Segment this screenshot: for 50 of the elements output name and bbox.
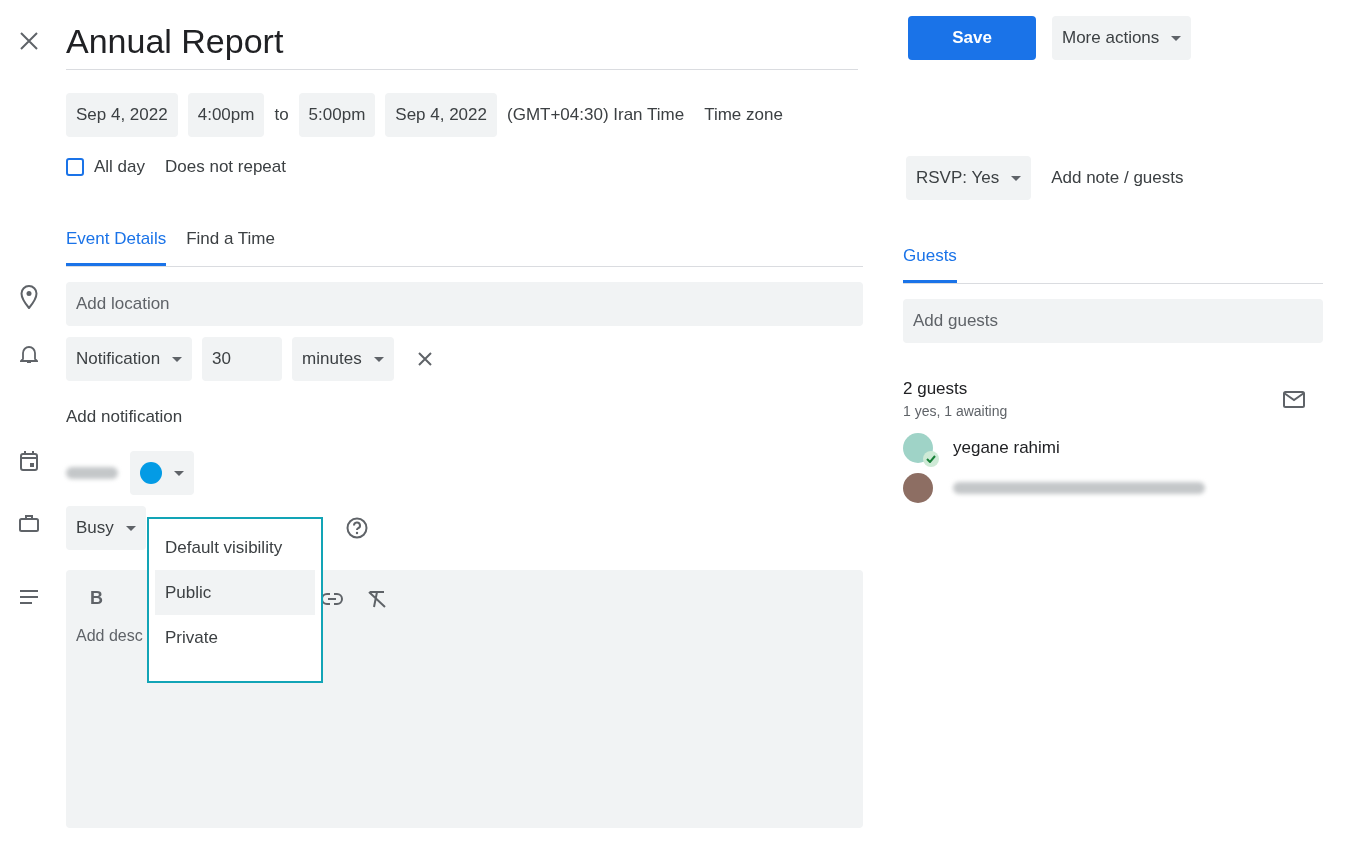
- add-notification-button[interactable]: Add notification: [66, 407, 183, 427]
- close-icon[interactable]: [417, 352, 432, 366]
- availability-dropdown[interactable]: Busy: [66, 506, 146, 550]
- menu-item[interactable]: Public: [155, 570, 315, 615]
- description-placeholder: Add desc: [75, 627, 144, 645]
- notification-type-dropdown[interactable]: Notification: [66, 337, 193, 381]
- tab[interactable]: Find a Time: [186, 229, 275, 266]
- tab[interactable]: Event Details: [66, 229, 167, 266]
- bell-icon: [20, 343, 38, 364]
- add-note-button[interactable]: Add note / guests: [1041, 168, 1194, 188]
- add-guests-field[interactable]: Add guests: [903, 299, 1323, 343]
- tab[interactable]: Guests: [903, 246, 957, 283]
- all-day-checkbox[interactable]: [66, 158, 84, 176]
- location-pin-icon: [20, 284, 38, 309]
- guest-name: yegane rahimi: [953, 438, 1060, 458]
- description-lines-icon: [20, 590, 38, 604]
- rsvp-dropdown[interactable]: RSVP: Yes: [906, 156, 1032, 200]
- event-title[interactable]: Annual Report: [66, 0, 858, 70]
- notification-unit-dropdown[interactable]: minutes: [292, 337, 394, 381]
- caret-icon: [1171, 35, 1182, 41]
- start-time-button[interactable]: 4:00pm: [187, 93, 265, 137]
- end-date-button[interactable]: Sep 4, 2022: [385, 93, 497, 137]
- caret-icon: [172, 356, 183, 362]
- start-date-button[interactable]: Sep 4, 2022: [66, 93, 178, 137]
- calendar-icon: [20, 451, 38, 471]
- guest-count: 2 guests: [903, 379, 969, 399]
- caret-icon: [125, 525, 136, 531]
- repeat-button[interactable]: Does not repeat: [159, 157, 296, 177]
- notification-value-field[interactable]: 30: [202, 337, 283, 381]
- link-icon[interactable]: [321, 592, 343, 605]
- help-icon[interactable]: [345, 517, 368, 539]
- mail-icon[interactable]: [1283, 391, 1305, 408]
- guest-summary: 1 yes, 1 awaiting: [903, 403, 1008, 419]
- time-zone-button[interactable]: Time zone: [694, 105, 793, 125]
- clear-formatting-icon[interactable]: [367, 589, 387, 608]
- close-icon[interactable]: [20, 32, 38, 50]
- save-button[interactable]: Save: [908, 16, 1036, 60]
- caret-icon: [1011, 175, 1022, 181]
- location-field[interactable]: Add location: [66, 282, 863, 326]
- caret-icon: [373, 356, 384, 362]
- timezone-label: (GMT+04:30) Iran Time: [507, 105, 685, 125]
- all-day-label: All day: [94, 157, 146, 177]
- calendar-color-dropdown[interactable]: [130, 451, 194, 495]
- caret-icon: [174, 470, 184, 476]
- bold-icon[interactable]: B: [90, 588, 103, 609]
- end-time-button[interactable]: 5:00pm: [298, 93, 376, 137]
- to-label: to: [274, 105, 289, 125]
- more-actions-dropdown[interactable]: More actions: [1052, 16, 1192, 60]
- blurred-calendar-name: [66, 467, 118, 479]
- briefcase-icon: [19, 513, 39, 532]
